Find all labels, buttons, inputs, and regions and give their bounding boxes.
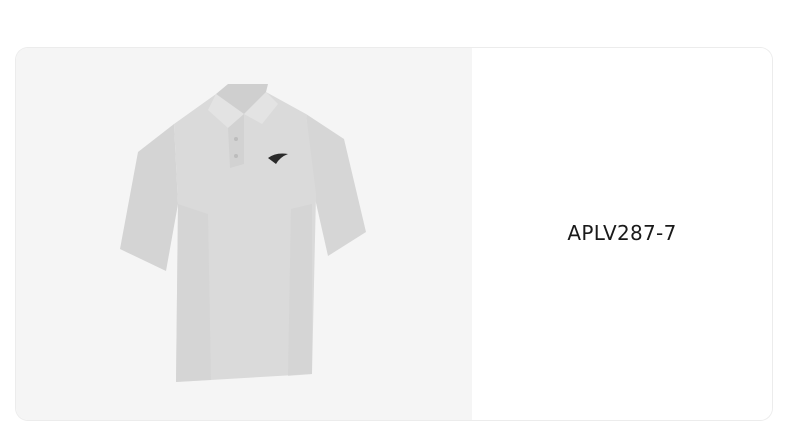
polo-shirt-image — [120, 84, 366, 382]
product-image-pane — [16, 48, 472, 420]
product-info-pane: APLV287-7 — [472, 48, 772, 420]
product-code: APLV287-7 — [567, 221, 677, 245]
product-card: APLV287-7 — [16, 48, 772, 420]
